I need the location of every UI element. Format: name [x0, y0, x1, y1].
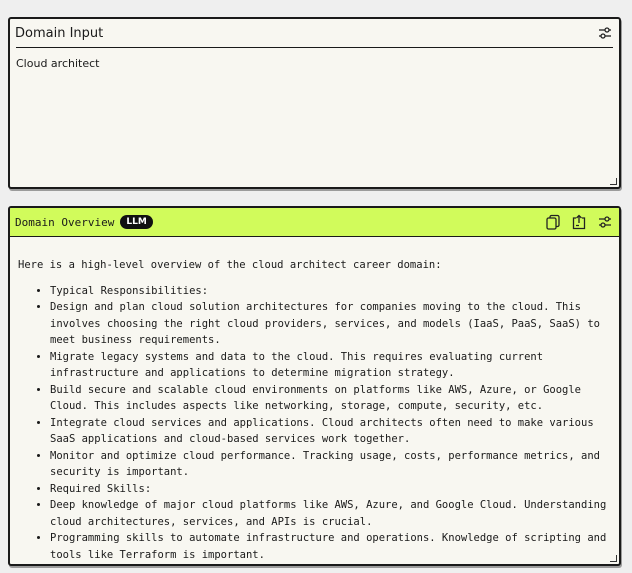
overview-panel-header: Domain Overview LLM	[10, 208, 619, 237]
resize-handle[interactable]	[610, 178, 617, 185]
resize-handle[interactable]	[610, 555, 617, 562]
domain-overview-panel: Domain Overview LLM Here is a high-level…	[8, 206, 621, 566]
export-icon[interactable]	[571, 214, 587, 230]
overview-panel-title: Domain Overview	[15, 215, 115, 229]
list-item: Programming skills to automate infrastru…	[50, 530, 611, 563]
input-panel-title: Domain Input	[15, 25, 104, 41]
list-item: Required Skills:	[50, 481, 611, 498]
overview-intro: Here is a high-level overview of the clo…	[18, 259, 442, 271]
list-item: Build secure and scalable cloud environm…	[50, 382, 611, 415]
overview-content: Here is a high-level overview of the clo…	[10, 237, 619, 563]
list-item: Typical Responsibilities:	[50, 283, 611, 300]
overview-list: Typical Responsibilities: Design and pla…	[18, 283, 611, 564]
settings-sliders-icon[interactable]	[597, 214, 613, 230]
list-item: Design and plan cloud solution architect…	[50, 299, 611, 349]
list-item: Monitor and optimize cloud performance. …	[50, 448, 611, 481]
settings-sliders-icon[interactable]	[597, 25, 613, 41]
llm-badge: LLM	[120, 215, 153, 229]
domain-input-field[interactable]: Cloud architect	[16, 57, 613, 70]
list-item: Integrate cloud services and application…	[50, 415, 611, 448]
list-item: Migrate legacy systems and data to the c…	[50, 349, 611, 382]
copy-icon[interactable]	[545, 214, 561, 230]
domain-input-panel: Domain Input Cloud architect	[8, 17, 621, 189]
list-item: Deep knowledge of major cloud platforms …	[50, 497, 611, 530]
input-panel-header: Domain Input	[15, 19, 613, 48]
